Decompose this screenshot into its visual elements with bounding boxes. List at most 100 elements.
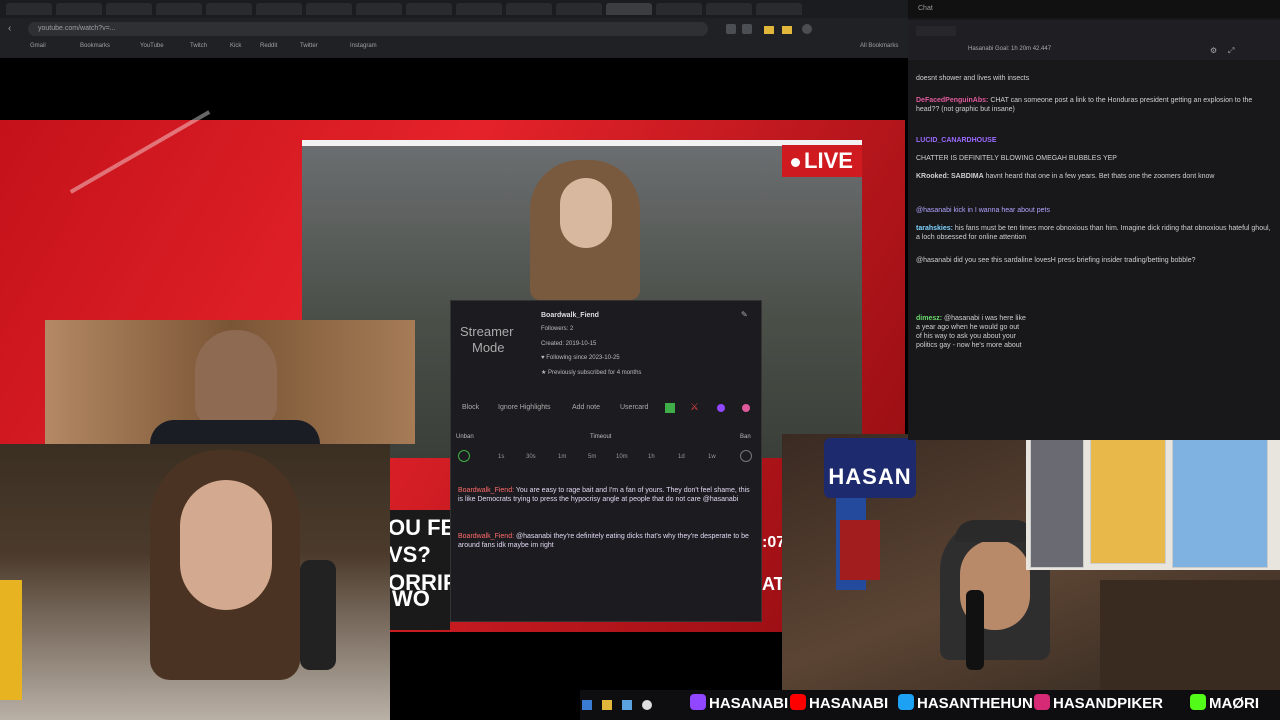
live-label: LIVE [804,148,853,173]
pin-icon[interactable]: ✎ [741,310,748,319]
back-icon[interactable]: ‹ [8,22,22,36]
gem-icon[interactable] [717,404,725,412]
chat-username[interactable]: KRooked: SABDIMA [916,173,984,180]
bookmark-item[interactable]: Twitch [190,43,207,49]
chat-username[interactable]: dimesz: [916,315,942,322]
chat-line: tarahskies: his fans must be ten times m… [916,224,1276,242]
extension-icon[interactable] [726,24,736,34]
browser-tab[interactable] [556,3,602,15]
folder-icon[interactable] [782,26,792,34]
youtube-icon [790,694,806,710]
browser-tab[interactable] [456,3,502,15]
browser-tabstrip [0,0,908,18]
ban-icon[interactable] [740,450,752,462]
popup-following-since: ♥ Following since 2023-10-25 [541,355,620,361]
bookmark-item[interactable]: Gmail [30,43,46,49]
timeout-30s[interactable]: 30s [526,454,536,460]
streamer-mode-line2: Mode [472,340,505,355]
popout-icon[interactable]: ⤢ [1228,46,1234,56]
browser-tab[interactable] [106,3,152,15]
mod-icon[interactable] [665,403,675,413]
browser-tab[interactable] [306,3,352,15]
add-note-button[interactable]: Add note [572,404,600,411]
browser-tab[interactable] [356,3,402,15]
timeout-1s[interactable]: 1s [498,454,504,460]
chat-line: doesnt shower and lives with insects [916,74,1276,83]
chat-title: Chat [918,5,933,12]
browser-tab[interactable] [506,3,552,15]
chat-tab[interactable] [916,26,956,36]
browser-tab[interactable] [206,3,252,15]
sword-icon[interactable]: ⚔ [690,402,699,413]
profile-icon[interactable] [802,24,812,34]
bookmark-item[interactable]: Twitter [300,43,318,49]
taskbar-icon[interactable] [582,700,592,710]
address-bar[interactable]: youtube.com/watch?v=... [28,22,708,36]
streamer-mode-line1: Streamer [460,324,514,339]
social-handle: HASANABI [809,695,889,712]
folder-icon[interactable] [764,26,774,34]
twitch-icon [690,694,706,710]
chat-text: havnt heard that one in a few years. Bet… [985,173,1215,180]
browser-tab[interactable] [706,3,752,15]
timeout-1m[interactable]: 1m [558,454,566,460]
all-bookmarks[interactable]: All Bookmarks [860,43,898,49]
chat-username[interactable]: DeFacedPenguinAbs: [916,97,988,104]
browser-tab[interactable] [406,3,452,15]
browser-tab[interactable] [756,3,802,15]
microphone-icon [300,560,336,670]
popup-created: Created: 2019-10-15 [541,341,597,347]
chat-line: KRooked: SABDIMA havnt heard that one in… [916,172,1276,181]
usercard-button[interactable]: Usercard [620,404,648,411]
taskbar-icon[interactable] [642,700,652,710]
user-message: Boardwalk_Fiend: @hasanabi they're defin… [458,532,754,550]
ignore-highlights-button[interactable]: Ignore Highlights [498,404,551,411]
following-since-text: Following since 2023-10-25 [546,355,620,361]
bookmark-item[interactable]: YouTube [140,43,164,49]
timeout-1w[interactable]: 1w [708,454,716,460]
chat-line: dimesz: @hasanabi i was here like a year… [916,314,1026,350]
chat-username[interactable]: LUCID_CANARDHOUSE [916,137,997,144]
block-button[interactable]: Block [462,404,479,411]
popup-previously-subscribed: ★ Previously subscribed for 4 months [541,369,641,376]
twitter-icon [898,694,914,710]
timeout-1h[interactable]: 1h [648,454,655,460]
kick-icon [1190,694,1206,710]
browser-tab[interactable] [156,3,202,15]
chat-line: LUCID_CANARDHOUSE [916,136,1276,145]
unban-label: Unban [456,434,474,440]
timeout-10m[interactable]: 10m [616,454,628,460]
bookmark-item[interactable]: Reddit [260,43,277,49]
browser-tab[interactable] [56,3,102,15]
ban-label: Ban [740,434,751,440]
streamer-mode-label: Streamer Mode [460,324,530,356]
browser-tab[interactable] [656,3,702,15]
browser-tab-active[interactable] [606,3,652,15]
taskbar-icons [582,698,682,712]
taskbar-icon[interactable] [602,700,612,710]
instagram-icon [1034,694,1050,710]
social-handle: HASANDPIKER [1053,695,1164,712]
timeout-1d[interactable]: 1d [678,454,685,460]
unban-icon[interactable] [458,450,470,462]
taskbar-icon[interactable] [622,700,632,710]
message-user: Boardwalk_Fiend: [458,533,515,540]
social-kick: MAØRI [1190,694,1259,712]
poster-image [1090,432,1166,564]
timeout-label: Timeout [590,434,612,440]
chat-username[interactable]: tarahskies: [916,225,953,232]
browser-tab[interactable] [6,3,52,15]
extension-icon[interactable] [742,24,752,34]
badge-icon[interactable] [742,404,750,412]
bookmark-item[interactable]: Bookmarks [80,43,110,49]
settings-icon[interactable]: ⚙ [1210,46,1217,55]
chat-text: CHATTER IS DEFINITELY BLOWING OMEGAH BUB… [916,155,1117,162]
bookmark-item[interactable]: Kick [230,43,241,49]
social-twitter: HASANTHEHUN [898,694,1033,712]
bookmark-item[interactable]: Instagram [350,43,377,49]
chat-text: @hasanabi did you see this sardaline lov… [916,257,1196,264]
poster-image [1172,432,1268,568]
timeout-5m[interactable]: 5m [588,454,596,460]
message-user: Boardwalk_Fiend: [458,487,515,494]
browser-tab[interactable] [256,3,302,15]
